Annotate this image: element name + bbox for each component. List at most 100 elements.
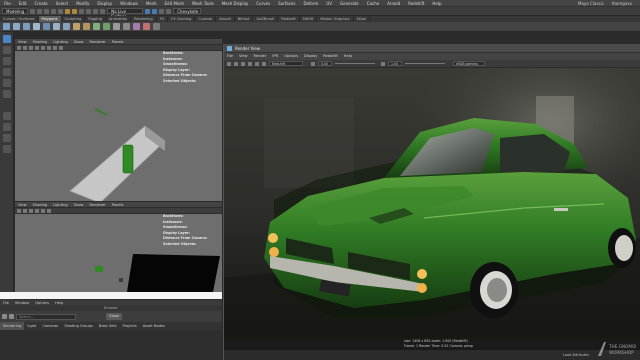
bevel-icon[interactable]: [113, 23, 120, 30]
poly-cone-icon[interactable]: [33, 23, 40, 30]
menu-deform[interactable]: Deform: [299, 0, 322, 7]
multi-cut-icon[interactable]: [133, 23, 140, 30]
textured-icon[interactable]: [41, 208, 45, 213]
menu-select[interactable]: Select: [52, 0, 72, 7]
snap-point-icon[interactable]: [100, 8, 106, 14]
select-by-component-icon[interactable]: [79, 8, 85, 14]
render-view-menu-file[interactable]: File: [224, 53, 236, 60]
isolate-icon[interactable]: [59, 45, 63, 50]
menu-edit[interactable]: Edit: [15, 0, 31, 7]
viewport-top[interactable]: View Shading Lighting Show Renderer Panels Ba…: [15, 39, 222, 201]
menu-edit-mesh[interactable]: Edit Mesh: [161, 0, 189, 7]
exposure-field[interactable]: 0.00: [318, 61, 332, 66]
render-view-menu-render[interactable]: Render: [251, 53, 270, 60]
filter-icon[interactable]: [9, 314, 14, 319]
menu-windows[interactable]: Windows: [116, 0, 142, 7]
hypershade-tab-projects[interactable]: Projects: [120, 322, 140, 330]
viewport-bottom[interactable]: View Shading Lighting Show Renderer Panels Ba…: [15, 202, 222, 292]
exposure-slider[interactable]: [335, 63, 375, 64]
select-by-hierarchy-icon[interactable]: [65, 8, 71, 14]
poly-cube-icon[interactable]: [13, 23, 20, 30]
smooth-icon[interactable]: [123, 23, 130, 30]
redo-icon[interactable]: [58, 8, 64, 14]
render-view-menu-display[interactable]: Display: [301, 53, 320, 60]
save-scene-icon[interactable]: [44, 8, 50, 14]
gamma-field[interactable]: 1.00: [388, 61, 402, 66]
graph-icon[interactable]: [2, 314, 7, 319]
object-name-field[interactable]: Chevykote: [173, 8, 202, 14]
grid-icon[interactable]: [23, 208, 27, 213]
camera-select[interactable]: Redshift: [269, 61, 303, 66]
rotate-tool-icon[interactable]: [3, 79, 11, 87]
wireframe-icon[interactable]: [29, 208, 33, 213]
workspace-label[interactable]: Maya Classic: [574, 0, 608, 7]
single-view-layout-icon[interactable]: [3, 112, 11, 120]
user-label[interactable]: thomgaxx: [608, 0, 636, 7]
menu-mesh-tools[interactable]: Mesh Tools: [188, 0, 218, 7]
hypershade-tab-asset-nodes[interactable]: Asset Nodes: [140, 322, 168, 330]
menu-uv[interactable]: UV: [322, 0, 336, 7]
scale-tool-icon[interactable]: [3, 90, 11, 98]
viewport-menu-lighting[interactable]: Lighting: [50, 202, 71, 208]
snap-grid-icon[interactable]: [86, 8, 92, 14]
select-by-object-icon[interactable]: [72, 8, 78, 14]
hypershade-browser-body[interactable]: [0, 330, 222, 360]
viewport-menu-show[interactable]: Show: [71, 202, 87, 208]
shadows-icon[interactable]: [53, 45, 57, 50]
wireframe-icon[interactable]: [29, 45, 33, 50]
menu-surfaces[interactable]: Surfaces: [274, 0, 299, 7]
viewport-menu-lighting[interactable]: Lighting: [50, 39, 71, 45]
move-tool-icon[interactable]: [3, 68, 11, 76]
bridge-icon[interactable]: [103, 23, 110, 30]
menu-mesh-display[interactable]: Mesh Display: [218, 0, 253, 7]
camera-icon[interactable]: [17, 45, 21, 50]
uv-editor-icon[interactable]: [153, 23, 160, 30]
mode-selector[interactable]: Modeling: [2, 8, 29, 14]
render-view-menu-view[interactable]: View: [236, 53, 251, 60]
viewport-menu-panels[interactable]: Panels: [109, 39, 127, 45]
live-surface-field[interactable]: No Live Surface: [107, 8, 144, 19]
extrude-icon[interactable]: [93, 23, 100, 30]
lights-icon[interactable]: [47, 45, 51, 50]
smooth-shade-icon[interactable]: [35, 208, 39, 213]
viewport-menu-shading[interactable]: Shading: [30, 202, 51, 208]
viewport-menu-shading[interactable]: Shading: [30, 39, 51, 45]
render-region-icon[interactable]: [241, 61, 245, 66]
paint-select-icon[interactable]: [3, 57, 11, 65]
hypershade-tab-rendering[interactable]: Rendering: [0, 322, 25, 330]
ipr-render-icon[interactable]: [152, 8, 158, 14]
snapshot-icon[interactable]: [248, 61, 252, 66]
poly-plane-icon[interactable]: [53, 23, 60, 30]
smooth-shade-icon[interactable]: [35, 45, 39, 50]
lasso-tool-icon[interactable]: [3, 46, 11, 54]
separate-icon[interactable]: [83, 23, 90, 30]
ipr-icon[interactable]: [234, 61, 238, 66]
four-view-layout-icon[interactable]: [3, 123, 11, 131]
color-space-select[interactable]: sRGB gamma: [453, 61, 485, 66]
menu-modify[interactable]: Modify: [72, 0, 93, 7]
viewport-menu-view[interactable]: View: [15, 202, 30, 208]
hypershade-tab-cameras[interactable]: Cameras: [39, 322, 61, 330]
alpha-channel-icon[interactable]: [262, 61, 266, 66]
hypershade-tab-light[interactable]: Light: [24, 322, 39, 330]
show-button[interactable]: Show: [106, 313, 122, 320]
outliner-layout-icon[interactable]: [3, 145, 11, 153]
lights-icon[interactable]: [47, 208, 51, 213]
two-view-layout-icon[interactable]: [3, 134, 11, 142]
menu-generate[interactable]: Generate: [336, 0, 363, 7]
render-view-menu-ipr[interactable]: IPR: [269, 53, 281, 60]
menu-curves[interactable]: Curves: [252, 0, 274, 7]
render-frame-icon[interactable]: [145, 8, 151, 14]
viewport-menu-show[interactable]: Show: [71, 39, 87, 45]
menu-display[interactable]: Display: [93, 0, 116, 7]
hypershade-tab-shading-groups[interactable]: Shading Groups: [61, 322, 96, 330]
viewport-menu-view[interactable]: View: [15, 39, 30, 45]
hypershade-tab-bake-sets[interactable]: Bake Sets: [96, 322, 120, 330]
render-view-menu-options[interactable]: Options: [281, 53, 301, 60]
target-weld-icon[interactable]: [143, 23, 150, 30]
redo-render-icon[interactable]: [227, 61, 231, 66]
snap-curve-icon[interactable]: [93, 8, 99, 14]
menu-arnold[interactable]: Arnold: [383, 0, 404, 7]
rgb-channel-icon[interactable]: [255, 61, 259, 66]
poly-torus-icon[interactable]: [43, 23, 50, 30]
